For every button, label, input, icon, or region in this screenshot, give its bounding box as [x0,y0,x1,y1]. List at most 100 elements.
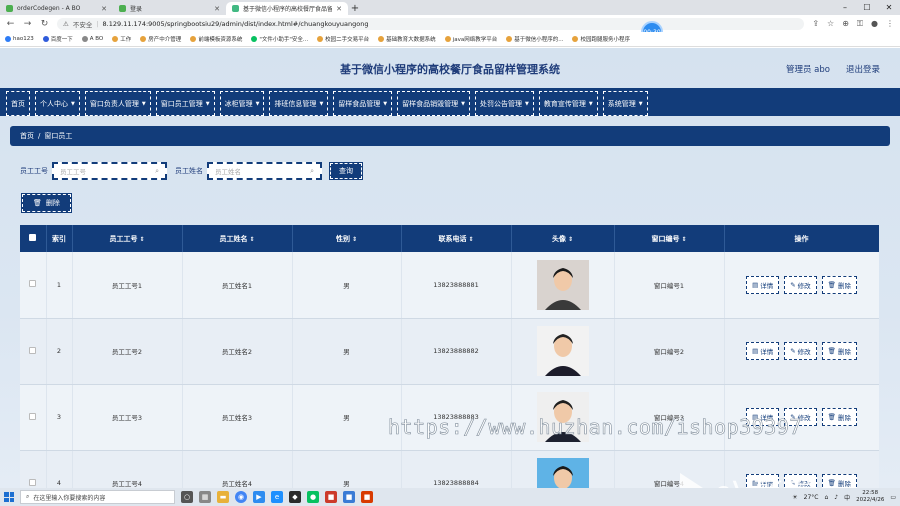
nav-item[interactable]: 窗口负责人管理 ▼ [84,91,151,116]
row-select-cell [20,450,47,488]
delete-button[interactable]: 🗑 删除 [821,342,857,360]
col-avatar[interactable]: 头像 ⇕ [511,225,615,252]
browser-toolbar: ← → ↻ ⚠ 不安全 | 8.129.11.174:9005/springbo… [0,15,900,32]
address-bar[interactable]: ⚠ 不安全 | 8.129.11.174:9005/springbootsiu2… [57,17,805,30]
app-icon-orange[interactable]: ■ [361,491,373,503]
app-icon-blue[interactable]: ■ [343,491,355,503]
table-header-row: 索引 员工工号 ⇕ 员工姓名 ⇕ 性别 ⇕ 联系电话 ⇕ 头像 ⇕ 窗口编号 ⇕ 操作 [20,225,879,252]
bookmark-item[interactable]: hao123 [5,36,34,42]
bookmark-item[interactable]: 工作 [112,35,131,43]
browser-tab[interactable]: orderCodegen - A BO ✕ [0,2,113,15]
star-icon[interactable]: ☆ [827,19,834,29]
close-tab-icon[interactable]: ✕ [336,5,342,13]
edge-icon[interactable]: e [271,491,283,503]
volume-icon[interactable]: ♪ [834,494,838,501]
bookmark-item[interactable]: 基于微信小程序的... [506,35,563,43]
cell-phone: 13823888881 [401,252,512,319]
detail-button[interactable]: ▤ 详情 [746,275,780,294]
row-checkbox[interactable] [29,346,37,354]
nav-item[interactable]: 处罚公告管理 ▼ [475,91,534,116]
nav-item[interactable]: 窗口员工管理 ▼ [155,91,215,116]
close-window-button[interactable]: ✕ [878,0,900,15]
nav-item[interactable]: 个人中心 ▼ [35,91,80,116]
emp-name-label: 员工姓名 [175,167,203,175]
app-icon[interactable]: ◆ [289,491,301,503]
bookmark-item[interactable]: java网络教学平台 [444,35,497,43]
maximize-button[interactable]: ☐ [856,0,878,15]
browser-tab[interactable]: 基于微信小程序的高校餐厅食品留... ✕ [226,2,348,15]
taskbar-search[interactable]: ⌕ 在这里输入你要搜索的内容 [20,490,175,504]
row-checkbox[interactable] [29,478,37,486]
chrome-icon[interactable]: ◉ [235,491,247,503]
network-icon[interactable]: ⌂ [824,494,828,501]
nav-item[interactable]: 冰柜管理 ▼ [219,91,265,116]
nav-item[interactable]: 教育宣传管理 ▼ [538,91,598,116]
chevron-down-icon: ▼ [205,100,210,107]
wechat-icon[interactable]: ● [307,491,319,503]
col-emp-name[interactable]: 员工姓名 ⇕ [182,225,293,252]
close-tab-icon[interactable]: ✕ [214,5,220,13]
bookmark-item[interactable]: 校园二手交易平台 [317,35,369,43]
bookmark-item[interactable]: "文件小助手"安全... [251,35,308,43]
profile-icon[interactable]: ● [871,19,878,29]
bookmark-icon [444,36,451,42]
reload-icon[interactable]: ↻ [40,19,49,29]
nav-item[interactable]: 排班信息管理 ▼ [269,91,329,116]
row-checkbox[interactable] [29,280,37,288]
widgets-icon[interactable]: ▦ [199,491,211,503]
col-gender[interactable]: 性别 ⇕ [292,225,402,252]
edit-button[interactable]: ✎ 修改 [784,275,817,294]
bookmark-item[interactable]: 前端模板资源系统 [190,35,242,43]
windows-start-icon[interactable] [4,492,14,502]
col-emp-no[interactable]: 员工工号 ⇕ [72,225,183,252]
app-icon-red[interactable]: ■ [325,491,337,503]
sort-icon: ⇕ [351,235,358,243]
clock[interactable]: 22:58 2022/4/26 [856,490,884,504]
select-all-checkbox[interactable] [29,234,37,241]
query-button[interactable]: 查询 [329,162,363,180]
nav-item[interactable]: 首页 [6,91,30,116]
share-icon[interactable]: ⇪ [812,19,819,29]
nav-item[interactable]: 系统管理 ▼ [602,91,648,116]
media-app-icon[interactable]: ▶ [253,491,265,503]
bookmark-item[interactable]: A BO [81,36,103,42]
delete-button[interactable]: 🗑 删除 [821,408,857,426]
bookmark-item[interactable]: 基础教育大数据系统 [378,35,436,43]
bookmark-item[interactable]: 百度一下 [42,35,73,43]
nav-item[interactable]: 留样食品管理 ▼ [333,91,393,116]
search-form: 员工工号 员工工号 ⌕ 员工姓名 员工姓名 ⌕ 查询 [20,162,363,180]
task-view-icon[interactable]: ○ [181,491,193,503]
emp-name-input[interactable]: 员工姓名 ⌕ [207,162,322,180]
logout-link[interactable]: 退出登录 [846,63,880,75]
row-checkbox[interactable] [29,412,37,420]
nav-item[interactable]: 留样食品销毁管理 ▼ [397,91,471,116]
notification-icon[interactable]: ▭ [890,494,896,501]
bookmark-item[interactable]: 房产中介管理 [140,35,181,43]
cell-index: 1 [46,252,73,319]
bookmark-item[interactable]: 校园跑腿服务小程序 [572,35,630,43]
back-icon[interactable]: ← [6,19,15,29]
ime-icon[interactable]: 中 [844,493,850,502]
forward-icon[interactable]: → [23,19,32,29]
col-window-no[interactable]: 窗口编号 ⇕ [614,225,725,252]
edit-button[interactable]: ✎ 修改 [784,342,817,360]
minimize-button[interactable]: – [834,0,856,15]
detail-button[interactable]: ▤ 详情 [746,342,780,360]
batch-delete-button[interactable]: 🗑 删除 [21,193,72,213]
close-tab-icon[interactable]: ✕ [101,5,107,13]
breadcrumb-home[interactable]: 首页 [20,131,34,141]
sort-icon: ⇕ [681,235,687,243]
emp-no-input[interactable]: 员工工号 ⌕ [52,162,167,180]
new-tab-button[interactable]: + [348,3,362,14]
bookmark-icon [140,36,147,42]
col-phone[interactable]: 联系电话 ⇕ [401,225,512,252]
browser-tab-bar: orderCodegen - A BO ✕ 登录 ✕ 基于微信小程序的高校餐厅食品留..… [0,0,900,15]
key-icon[interactable]: ⚿ [857,19,863,29]
menu-icon[interactable]: ⋮ [886,19,894,29]
browser-tab[interactable]: 登录 ✕ [113,2,226,15]
delete-button[interactable]: 🗑 删除 [821,275,857,294]
app-header: 基于微信小程序的高校餐厅食品留样管理系统 管理员 abo 退出登录 [0,48,900,90]
extension-icon[interactable]: ⊕ [842,19,849,29]
delete-button[interactable]: 🗑 删除 [821,474,857,488]
file-explorer-icon[interactable]: ▬ [217,491,229,503]
